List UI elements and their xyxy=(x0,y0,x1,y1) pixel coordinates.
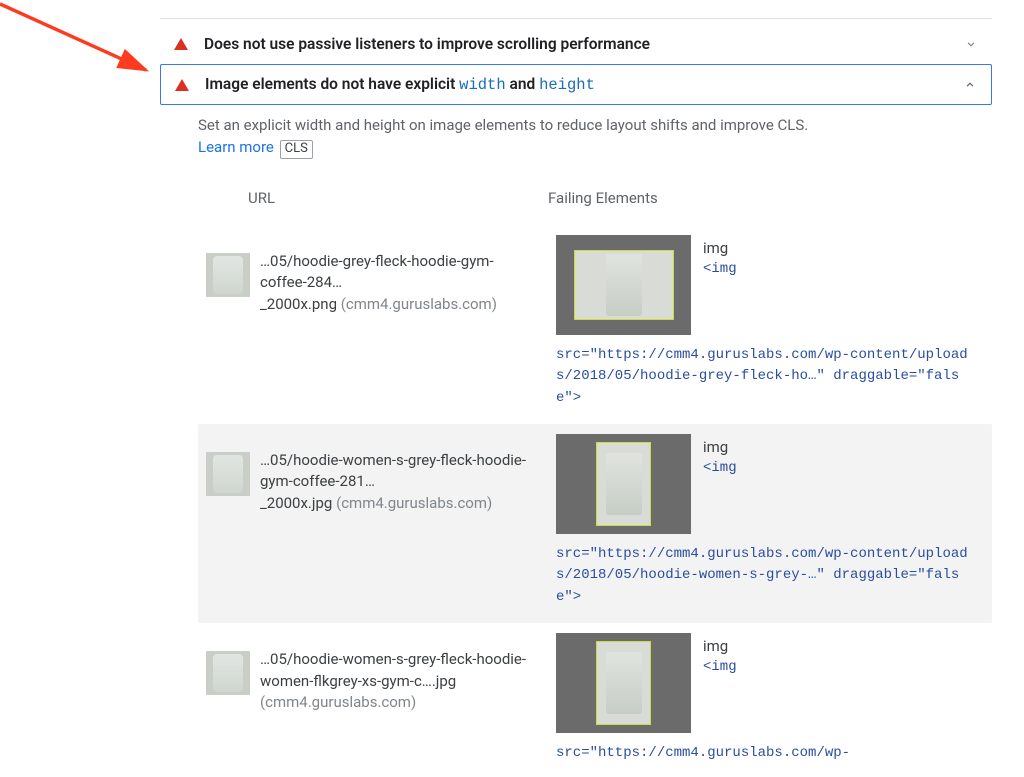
chevron-down-icon xyxy=(964,37,978,51)
element-tag-open: <img xyxy=(703,657,737,678)
url-filename: _2000x.png xyxy=(260,295,337,313)
element-label: img xyxy=(703,237,737,260)
element-source: src="https://cmm4.guruslabs.com/wp-conte… xyxy=(556,544,984,609)
failing-cell: img <img src="https://cmm4.guruslabs.com… xyxy=(556,434,984,609)
divider xyxy=(160,18,992,19)
code-keyword-width: width xyxy=(459,76,506,94)
chevron-up-icon xyxy=(963,78,977,92)
code-keyword-height: height xyxy=(539,76,595,94)
failing-cell: img <img src="https://cmm4.guruslabs.com… xyxy=(556,633,984,765)
description-text: Set an explicit width and height on imag… xyxy=(198,116,808,134)
url-cell: …05/hoodie-grey-fleck-hoodie-gym-coffee-… xyxy=(260,251,556,316)
element-tag-open: <img xyxy=(703,458,737,479)
element-preview xyxy=(556,235,691,335)
url-domain: (cmm4.guruslabs.com) xyxy=(336,494,492,512)
url-filename: _2000x.jpg xyxy=(260,494,332,512)
element-label: img xyxy=(703,635,737,658)
failing-elements-table: URL Failing Elements …05/hoodie-grey-fle… xyxy=(160,167,992,777)
url-thumbnail xyxy=(206,452,250,496)
title-text: and xyxy=(506,75,539,93)
audit-title: Image elements do not have explicit widt… xyxy=(205,75,963,94)
audit-row-image-size[interactable]: Image elements do not have explicit widt… xyxy=(160,64,992,105)
url-cell: …05/hoodie-women-s-grey-fleck-hoodie-wom… xyxy=(260,649,556,714)
table-row: …05/hoodie-women-s-grey-fleck-hoodie-gym… xyxy=(198,424,992,623)
table-header-row: URL Failing Elements xyxy=(198,189,992,207)
element-label: img xyxy=(703,436,737,459)
cls-chip: CLS xyxy=(280,140,313,159)
url-domain: (cmm4.guruslabs.com) xyxy=(260,693,416,711)
url-path: …05/hoodie-grey-fleck-hoodie-gym-coffee-… xyxy=(260,252,494,292)
failing-cell: img <img src="https://cmm4.guruslabs.com… xyxy=(556,235,984,410)
element-source: src="https://cmm4.guruslabs.com/wp- xyxy=(556,743,984,765)
warning-triangle-icon xyxy=(175,79,189,91)
element-preview xyxy=(556,434,691,534)
element-preview xyxy=(556,633,691,733)
audit-title: Does not use passive listeners to improv… xyxy=(204,35,964,53)
warning-triangle-icon xyxy=(174,38,188,50)
url-thumbnail xyxy=(206,651,250,695)
element-tag-open: <img xyxy=(703,259,737,280)
audit-description: Set an explicit width and height on imag… xyxy=(160,105,992,167)
audit-row-passive-listeners[interactable]: Does not use passive listeners to improv… xyxy=(160,25,992,64)
learn-more-link[interactable]: Learn more xyxy=(198,138,274,156)
table-row: …05/hoodie-women-s-grey-fleck-hoodie-wom… xyxy=(198,623,992,777)
url-thumbnail xyxy=(206,253,250,297)
url-cell: …05/hoodie-women-s-grey-fleck-hoodie-gym… xyxy=(260,450,556,515)
table-row: …05/hoodie-grey-fleck-hoodie-gym-coffee-… xyxy=(198,225,992,424)
element-source: src="https://cmm4.guruslabs.com/wp-conte… xyxy=(556,345,984,410)
url-domain: (cmm4.guruslabs.com) xyxy=(341,295,497,313)
url-path: …05/hoodie-women-s-grey-fleck-hoodie-gym… xyxy=(260,451,526,491)
url-path: …05/hoodie-women-s-grey-fleck-hoodie-wom… xyxy=(260,650,526,690)
title-text: Image elements do not have explicit xyxy=(205,75,459,93)
column-header-url: URL xyxy=(198,189,548,207)
column-header-failing: Failing Elements xyxy=(548,189,992,207)
